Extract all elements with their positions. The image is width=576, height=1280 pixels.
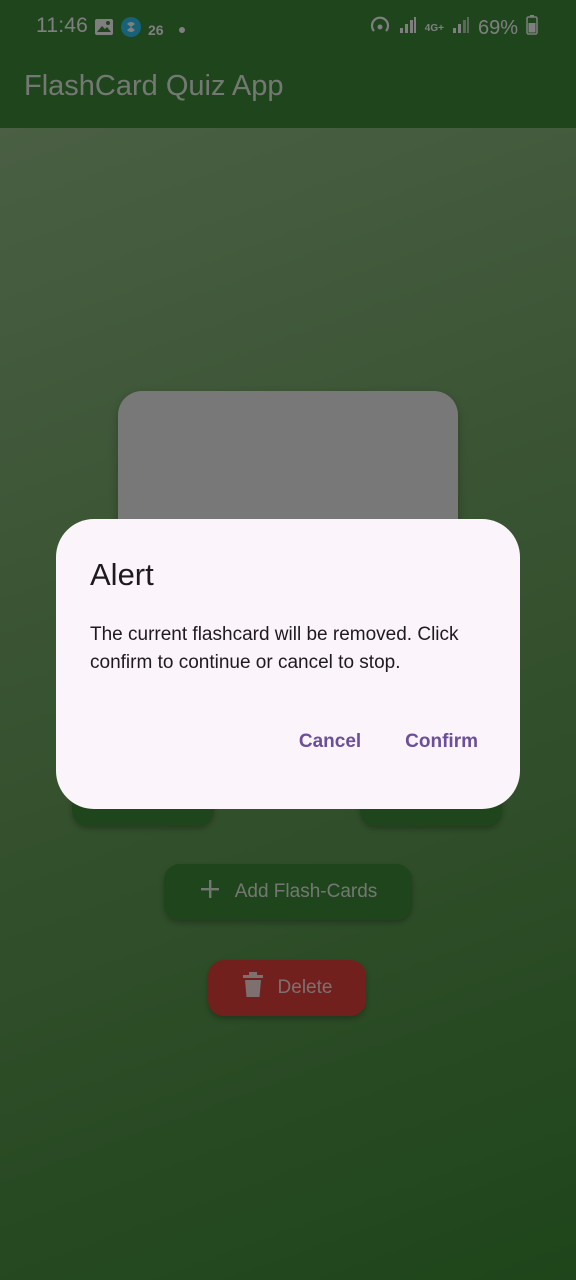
- alert-dialog: Alert The current flashcard will be remo…: [56, 519, 520, 809]
- cancel-button[interactable]: Cancel: [297, 729, 363, 755]
- dialog-title: Alert: [90, 557, 154, 592]
- dialog-message: The current flashcard will be removed. C…: [90, 624, 459, 673]
- confirm-button[interactable]: Confirm: [403, 729, 480, 755]
- screen: 11:46 26: [0, 0, 576, 1280]
- dialog-actions: Cancel Confirm: [297, 729, 480, 755]
